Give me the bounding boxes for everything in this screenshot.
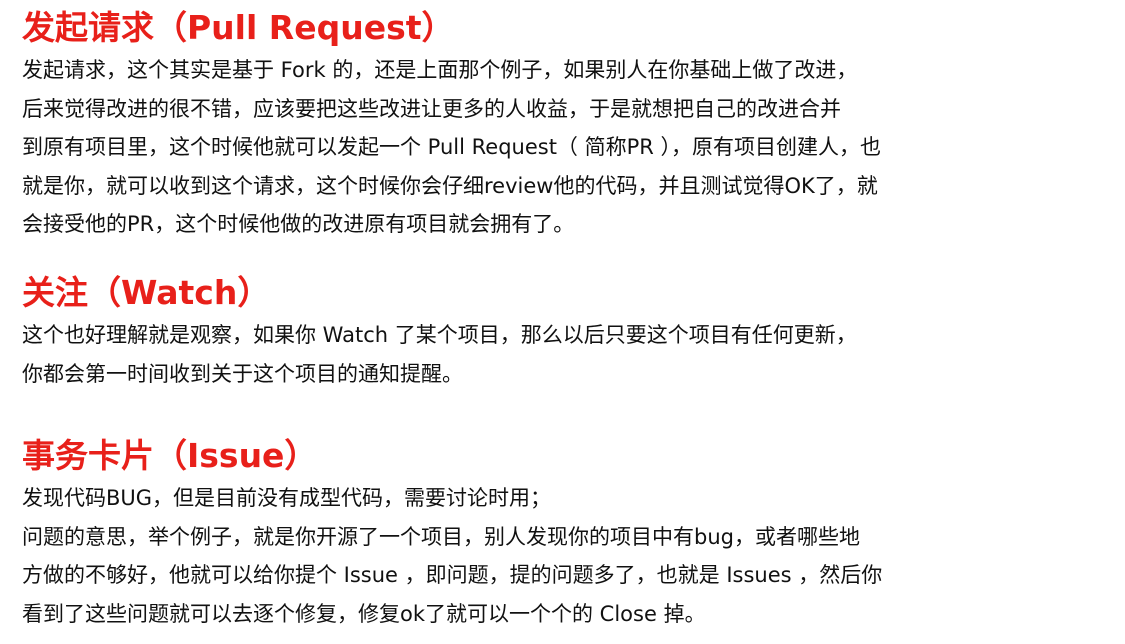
section-title-watch: 关注（Watch） [22,273,271,312]
section-watch: 关注（Watch） 这个也好理解就是观察，如果你 Watch 了某个项目，那么以… [22,273,857,393]
paragraph-watch: 这个也好理解就是观察，如果你 Watch 了某个项目，那么以后只要这个项目有任何… [22,316,857,393]
paragraph-issue: 发现代码BUG，但是目前没有成型代码，需要讨论时用； 问题的意思，举个例子，就是… [22,479,882,633]
paragraph-line: 发起请求，这个其实是基于 Fork 的，还是上面那个例子，如果别人在你基础上做了… [22,58,858,82]
paragraph-line: 你都会第一时间收到关于这个项目的通知提醒。 [22,361,463,386]
section-title-pull-request: 发起请求（Pull Request） [22,8,455,47]
section-issue: 事务卡片（Issue） 发现代码BUG，但是目前没有成型代码，需要讨论时用； 问… [22,436,882,633]
paragraph-line: 到原有项目里，这个时候他就可以发起一个 Pull Request（ 简称PR ）… [22,135,882,159]
section-title-issue: 事务卡片（Issue） [22,436,318,475]
paragraph-pull-request: 发起请求，这个其实是基于 Fork 的，还是上面那个例子，如果别人在你基础上做了… [22,51,881,244]
paragraph-line: 看到了这些问题就可以去逐个修复，修复ok了就可以一个个的 Close 掉。 [22,601,706,626]
paragraph-line: 就是你，就可以收到这个请求，这个时候你会仔细review他的代码，并且测试觉得O… [22,173,878,198]
paragraph-line: 会接受他的PR，这个时候他做的改进原有项目就会拥有了。 [22,212,575,236]
paragraph-line: 这个也好理解就是观察，如果你 Watch 了某个项目，那么以后只要这个项目有任何… [22,323,857,347]
paragraph-line: 问题的意思，举个例子，就是你开源了一个项目，别人发现你的项目中有bug，或者哪些… [22,524,860,549]
paragraph-line: 方做的不够好，他就可以给你提个 Issue ，即问题，提的问题多了，也就是 Is… [22,563,883,587]
paragraph-line: 后来觉得改进的很不错，应该要把这些改进让更多的人收益，于是就想把自己的改进合并 [22,96,841,121]
section-pull-request: 发起请求（Pull Request） 发起请求，这个其实是基于 Fork 的，还… [22,8,881,244]
paragraph-line: 发现代码BUG，但是目前没有成型代码，需要讨论时用； [22,486,552,510]
